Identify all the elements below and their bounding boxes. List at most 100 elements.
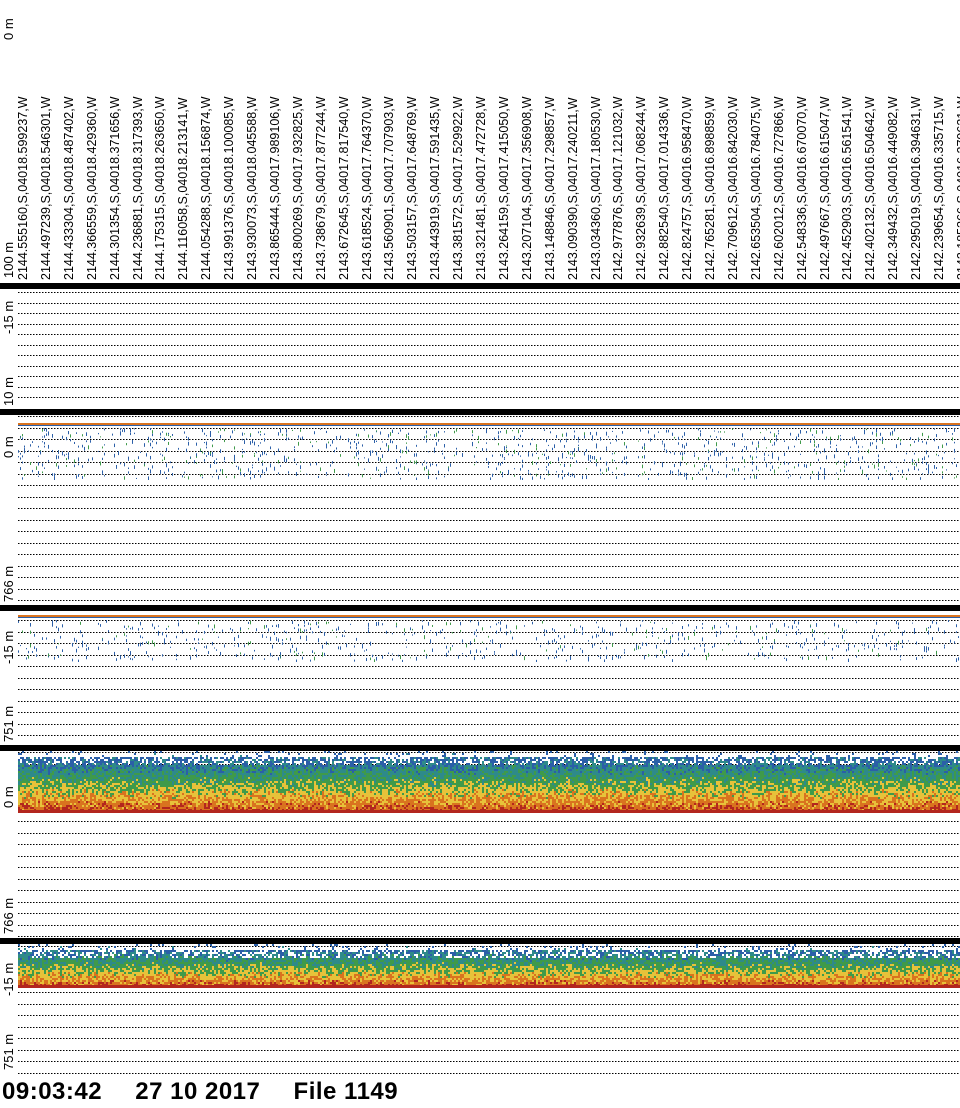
echo-sample (210, 799, 212, 801)
echo-sample (78, 763, 80, 765)
echo-sample (236, 777, 238, 779)
echo-sample (564, 635, 565, 639)
echo-sample (558, 647, 559, 650)
echo-sample (20, 644, 21, 647)
echo-sample (366, 649, 367, 651)
echo-sample (154, 771, 156, 773)
echo-sample (104, 787, 106, 789)
echo-sample (170, 791, 172, 793)
grid-line (18, 345, 960, 346)
echo-sample (178, 807, 180, 809)
echo-sample (110, 789, 112, 791)
echo-sample (56, 779, 58, 781)
echo-sample (954, 448, 955, 453)
echo-sample (76, 773, 78, 775)
echo-sample (86, 781, 88, 783)
echo-sample (196, 453, 197, 457)
echo-sample (172, 789, 174, 791)
echo-sample (922, 656, 923, 659)
echo-sample (212, 783, 214, 785)
echo-sample (138, 628, 139, 631)
echo-sample (158, 625, 159, 627)
echo-sample (246, 783, 248, 785)
echo-sample (148, 759, 150, 761)
echo-sample (244, 795, 246, 797)
echo-sample (58, 795, 60, 797)
echo-sample (236, 775, 238, 777)
echo-sample (164, 638, 165, 642)
echo-sample (502, 475, 503, 478)
echo-sample (80, 757, 82, 759)
echo-sample (234, 797, 236, 799)
echo-sample (120, 777, 122, 779)
echo-sample (114, 781, 116, 783)
echo-sample (96, 773, 98, 775)
echo-sample (456, 453, 457, 456)
echo-sample (120, 655, 121, 660)
echo-sample (296, 471, 297, 476)
echo-sample (906, 452, 907, 455)
coordinate-label: 2144.366559,S,04018.429360,W (85, 2, 101, 282)
echo-sample (200, 783, 202, 785)
echo-sample (680, 472, 681, 476)
echo-sample (886, 470, 887, 472)
echo-sample (414, 460, 415, 464)
echo-sample (174, 781, 176, 783)
echo-sample (536, 473, 537, 477)
echo-sample (70, 759, 72, 761)
echo-sample (126, 793, 128, 795)
echo-sample (224, 769, 226, 771)
echo-sample (218, 767, 220, 769)
coordinate-label: 2143.207104,S,04017.356908,W (520, 2, 536, 282)
echo-sample (124, 633, 125, 636)
echo-sample (506, 446, 507, 449)
echo-sample (236, 787, 238, 789)
echo-sample (390, 439, 391, 444)
echo-sample (182, 795, 184, 797)
echo-sample (192, 765, 194, 767)
echo-sample (194, 767, 196, 769)
echo-sample (584, 435, 585, 439)
echo-sample (164, 769, 166, 771)
echo-sample (788, 626, 789, 628)
echo-sample (176, 771, 178, 773)
echo-sample (156, 441, 157, 445)
echo-sample (30, 783, 32, 785)
echo-sample (18, 753, 20, 755)
echo-sample (106, 805, 108, 807)
echo-sample (682, 456, 683, 461)
echo-sample (590, 432, 591, 435)
echo-sample (300, 461, 301, 463)
echo-sample (790, 432, 791, 436)
echo-sample (160, 436, 161, 439)
echo-sample (116, 787, 118, 789)
echo-sample (250, 435, 251, 437)
echo-sample (18, 779, 20, 781)
echo-sample (174, 769, 176, 771)
echo-sample (158, 781, 160, 783)
echo-sample (230, 783, 232, 785)
echo-sample (204, 777, 206, 779)
echo-sample (112, 433, 113, 436)
echo-sample (210, 771, 212, 773)
echo-sample (784, 461, 785, 465)
echo-sample (92, 767, 94, 769)
echo-sample (298, 652, 299, 655)
echo-sample (154, 789, 156, 791)
echo-sample (88, 761, 90, 763)
echo-sample (238, 801, 240, 803)
echo-sample (160, 799, 162, 801)
echo-sample (96, 781, 98, 783)
echo-sample (658, 472, 659, 476)
echo-sample (170, 461, 171, 463)
echo-sample (146, 787, 148, 789)
echo-sample (224, 767, 226, 769)
echo-sample (172, 801, 174, 803)
echo-sample (224, 783, 226, 785)
echo-sample (176, 775, 178, 777)
echo-sample (224, 777, 226, 779)
echo-sample (148, 769, 150, 771)
echo-sample (68, 455, 69, 460)
echo-sample (110, 777, 112, 779)
echo-sample (160, 779, 162, 781)
